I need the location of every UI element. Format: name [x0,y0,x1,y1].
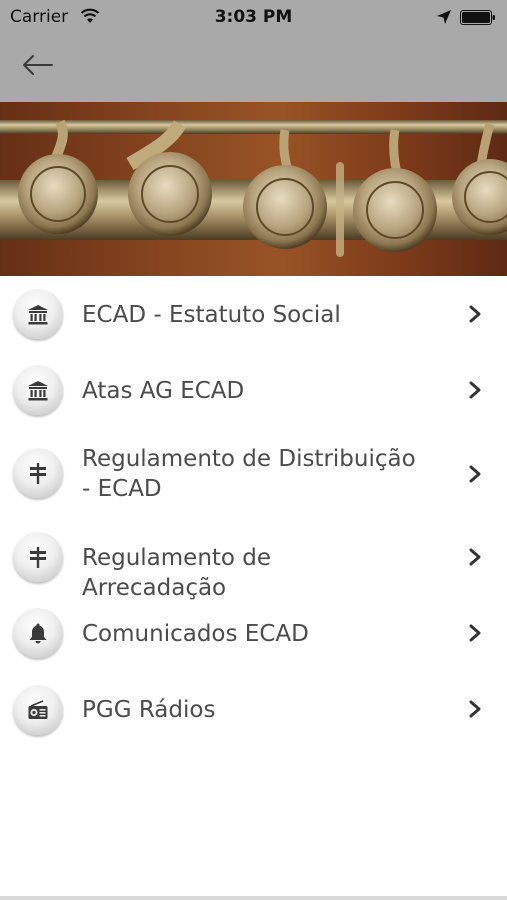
status-bar: Carrier 3:03 PM [0,0,507,34]
menu-item-estatuto-social[interactable]: ECAD - Estatuto Social [0,276,507,352]
chevron-right-icon [469,381,481,399]
location-arrow-icon [437,10,451,24]
chevron-right-icon [469,700,481,718]
menu-item-icon-bg [13,685,63,735]
menu-item-icon-bg [13,289,63,339]
menu-item-label: Regulamento de Distribuição - ECAD [82,446,416,502]
back-arrow-icon[interactable] [22,52,54,78]
bell-icon [29,623,47,644]
flute-keys-photo [0,102,507,276]
menu-item-icon-bg [13,365,63,415]
chevron-right-icon [469,465,481,483]
clock-time: 3:03 PM [214,7,293,27]
menu-item-comunicados[interactable]: Comunicados ECAD [0,596,507,672]
chevron-right-icon [469,624,481,642]
signpost-icon [30,547,46,568]
menu-item-atas-ag[interactable]: Atas AG ECAD [0,352,507,428]
chevron-right-icon [469,548,481,566]
bottom-divider [0,896,507,900]
radio-icon [28,700,48,719]
banner-image [0,102,507,276]
bank-icon [28,305,48,325]
menu-item-regulamento-distribuicao[interactable]: Regulamento de Distribuição - ECAD [0,428,507,520]
menu-item-label: Comunicados ECAD [82,621,309,647]
menu-item-label: Regulamento de Arrecadação [82,545,272,601]
menu-item-label: Atas AG ECAD [82,378,245,404]
menu-item-icon-bg [13,532,63,582]
menu-item-pgg-radios[interactable]: PGG Rádios [0,672,507,748]
menu-item-label: PGG Rádios [82,697,216,723]
battery-icon [460,10,495,25]
bank-icon [28,381,48,401]
signpost-icon [30,463,46,484]
menu-item-regulamento-arrecadacao[interactable]: Regulamento de Arrecadação [0,520,507,601]
menu-item-label: ECAD - Estatuto Social [82,302,341,328]
menu-item-icon-bg [13,608,63,658]
menu-item-icon-bg [13,448,63,498]
navigation-bar: Carrier 3:03 PM [0,0,507,102]
chevron-right-icon [469,305,481,323]
